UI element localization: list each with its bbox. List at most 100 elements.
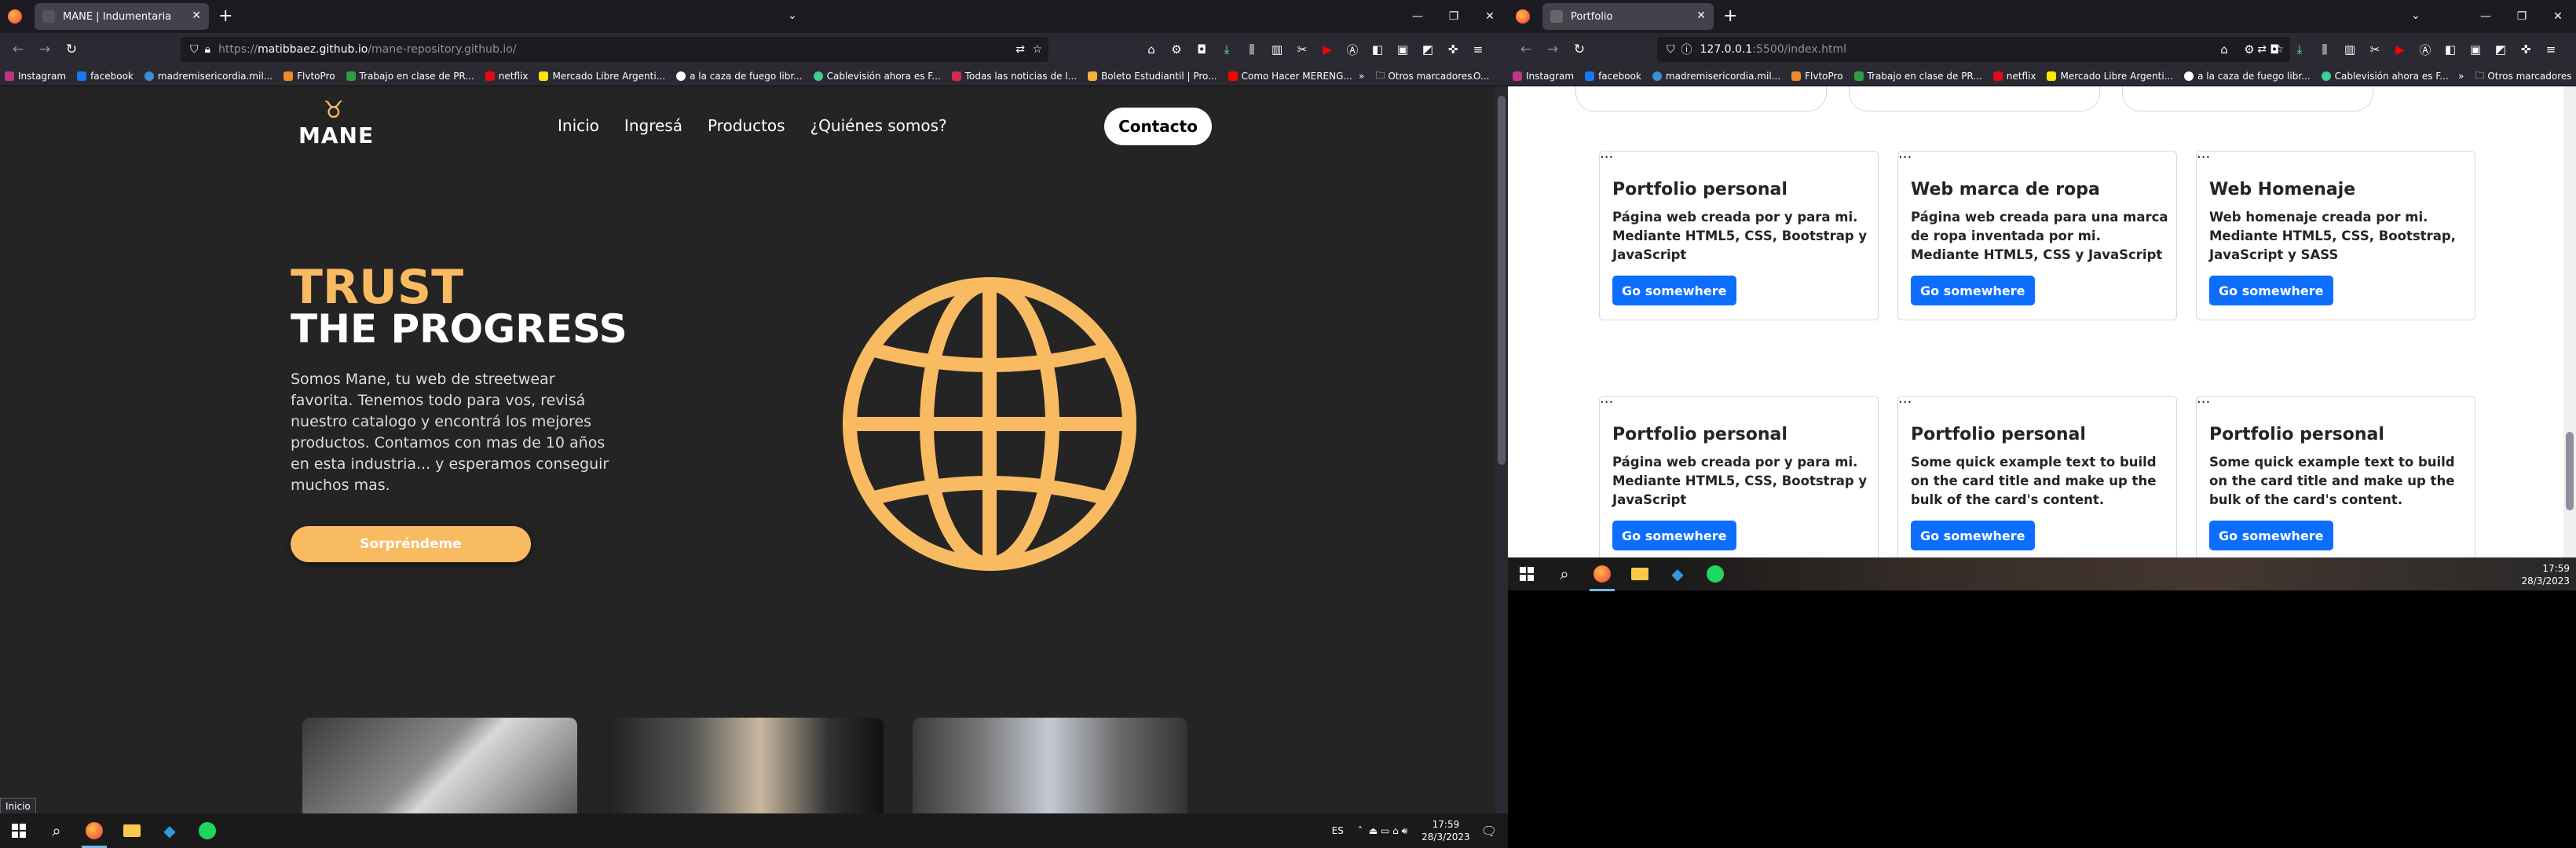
settings-icon[interactable]: ⚙	[1164, 42, 1189, 57]
menu-item-ingresa[interactable]: Ingresá	[624, 116, 682, 135]
settings-icon[interactable]: ⚙	[2237, 42, 2262, 57]
bookmark-item[interactable]: madremisericordia.mil...	[144, 71, 273, 82]
translate-icon[interactable]: ⇄	[1015, 43, 1025, 56]
screenshot-icon[interactable]: ✂	[1290, 42, 1315, 57]
extensions-puzzle-icon[interactable]: ✜	[2513, 42, 2538, 57]
extensions-puzzle-icon[interactable]: ✜	[1440, 42, 1465, 57]
bookmark-item[interactable]: facebook	[77, 71, 134, 82]
start-icon[interactable]	[1508, 557, 1546, 591]
spotify-icon[interactable]	[188, 813, 226, 848]
forward-icon[interactable]: →	[1539, 42, 1566, 57]
extension-a-icon[interactable]: Ⓐ	[1340, 42, 1365, 58]
firefox-taskbar-icon[interactable]	[75, 813, 113, 848]
bookmark-item[interactable]: Trabajo en clase de PR...	[346, 71, 474, 82]
menu-item-inicio[interactable]: Inicio	[558, 116, 599, 135]
restore-button[interactable]: ❐	[2504, 10, 2540, 23]
list-tabs-icon[interactable]: ⌄	[2411, 9, 2420, 22]
bookmark-item[interactable]: Como Hacer MERENG...	[1228, 71, 1352, 82]
new-tab-button[interactable]: +	[1723, 8, 1737, 25]
pocket-icon[interactable]: ◘	[1189, 42, 1214, 57]
close-tab-icon[interactable]: ✕	[192, 9, 201, 22]
library-icon[interactable]: ⫼	[1239, 42, 1264, 57]
bookmarks-more[interactable]: » 🗀︎ Otros marcadores	[1359, 66, 1473, 86]
minimize-button[interactable]: —	[1400, 10, 1436, 23]
downloads-icon[interactable]: ⤓	[1214, 42, 1239, 57]
new-tab-button[interactable]: +	[218, 8, 232, 25]
clock[interactable]: 17:59 28/3/2023	[1422, 818, 1470, 843]
tray-icons[interactable]: ⏏ ▭ ⌂ 🔊︎	[1369, 825, 1407, 837]
tab-mane[interactable]: MANE | Indumentaria ✕	[35, 3, 209, 30]
product-photo[interactable]	[609, 718, 884, 813]
sidebar-icon[interactable]: ▥	[2337, 42, 2362, 57]
go-somewhere-button[interactable]: Go somewhere	[1612, 276, 1736, 305]
bookmark-item[interactable]: Instagram	[1513, 71, 1574, 82]
go-somewhere-button[interactable]: Go somewhere	[2209, 521, 2333, 550]
spotify-icon[interactable]	[1696, 557, 1734, 591]
bookmark-item[interactable]: madremisericordia.mil...	[1652, 71, 1780, 82]
go-somewhere-button[interactable]: Go somewhere	[1612, 521, 1736, 550]
bookmark-star-icon[interactable]: ☆	[1032, 43, 1042, 56]
forward-icon[interactable]: →	[31, 42, 58, 57]
page-scrollbar[interactable]	[2563, 86, 2576, 570]
product-photo[interactable]	[913, 718, 1187, 813]
search-icon[interactable]: ⌕	[38, 813, 75, 848]
vscode-icon[interactable]: ◆	[1659, 557, 1696, 591]
bookmark-item[interactable]: FlvtoPro	[1791, 71, 1843, 82]
close-tab-icon[interactable]: ✕	[1696, 9, 1706, 22]
start-icon[interactable]	[0, 813, 38, 848]
extension-b-icon[interactable]: ◧	[2438, 42, 2463, 57]
product-photo[interactable]	[302, 718, 577, 813]
minimize-button[interactable]: —	[2468, 10, 2504, 23]
back-icon[interactable]: ←	[1513, 42, 1539, 57]
firefox-taskbar-icon[interactable]	[1583, 557, 1621, 591]
bookmarks-more[interactable]: » 🗀︎ Otros marcadores	[2458, 66, 2572, 86]
list-tabs-icon[interactable]: ⌄	[788, 9, 797, 22]
go-somewhere-button[interactable]: Go somewhere	[1911, 276, 2035, 305]
url-bar[interactable]: ⛉ 🔒︎ https://matibbaez.github.io/mane-re…	[181, 37, 1048, 62]
vscode-icon[interactable]: ◆	[151, 813, 188, 848]
extension-d-icon[interactable]: ◩	[2488, 42, 2513, 57]
menu-icon[interactable]: ≡	[2538, 42, 2563, 57]
language-indicator[interactable]: ES	[1332, 825, 1344, 836]
url-bar[interactable]: ⛉ ⓘ 127.0.0.1:5500/index.html ⇄ ☆	[1657, 37, 2290, 62]
reload-icon[interactable]: ↻	[1566, 42, 1593, 57]
extension-d-icon[interactable]: ◩	[1415, 42, 1440, 57]
scrollbar-thumb[interactable]	[1498, 96, 1506, 465]
bookmark-item[interactable]: a la caza de fuego libr...	[2184, 71, 2311, 82]
page-scrollbar[interactable]	[1495, 86, 1508, 813]
search-icon[interactable]: ⌕	[1546, 557, 1583, 591]
bookmark-item[interactable]: netflix	[485, 71, 528, 82]
bookmark-item[interactable]: facebook	[1585, 71, 1641, 82]
extension-b-icon[interactable]: ◧	[1365, 42, 1390, 57]
bookmark-item[interactable]: Cablevisión ahora es F...	[813, 71, 941, 82]
notifications-icon[interactable]: 🗨︎	[1481, 824, 1497, 839]
youtube-ext-icon[interactable]: ▶	[2388, 42, 2413, 57]
extension-c-icon[interactable]: ▣	[2463, 42, 2488, 57]
file-explorer-icon[interactable]	[1621, 557, 1659, 591]
reload-icon[interactable]: ↻	[58, 42, 85, 57]
close-window-button[interactable]: ✕	[2540, 10, 2576, 23]
bookmark-item[interactable]: Mercado Libre Argenti...	[539, 71, 665, 82]
contact-button[interactable]: Contacto	[1104, 108, 1212, 145]
menu-item-productos[interactable]: Productos	[708, 116, 785, 135]
tab-portfolio[interactable]: Portfolio ✕	[1542, 3, 1714, 30]
screenshot-icon[interactable]: ✂	[2362, 42, 2388, 57]
clock[interactable]: 17:59 28/3/2023	[2521, 562, 2570, 587]
mane-logo[interactable]: ♉︎ MANE	[298, 99, 373, 149]
library-icon[interactable]: ⫼	[2312, 42, 2337, 57]
bookmark-item[interactable]: FlvtoPro	[284, 71, 335, 82]
close-window-button[interactable]: ✕	[1472, 10, 1508, 23]
extension-a-icon[interactable]: Ⓐ	[2413, 42, 2438, 58]
home-icon[interactable]: ⌂	[1139, 42, 1164, 57]
bookmark-item[interactable]: Instagram	[5, 71, 66, 82]
home-icon[interactable]: ⌂	[2212, 42, 2237, 57]
back-icon[interactable]: ←	[5, 42, 31, 57]
go-somewhere-button[interactable]: Go somewhere	[1911, 521, 2035, 550]
extension-c-icon[interactable]: ▣	[1390, 42, 1415, 57]
surprise-button[interactable]: Sorpréndeme	[291, 526, 531, 562]
scrollbar-thumb[interactable]	[2566, 432, 2574, 510]
restore-button[interactable]: ❐	[1436, 10, 1472, 23]
chevron-up-icon[interactable]: ˄	[1358, 825, 1363, 836]
bookmark-item[interactable]: Todas las noticias de l...	[951, 71, 1077, 82]
sidebar-icon[interactable]: ▥	[1264, 42, 1290, 57]
